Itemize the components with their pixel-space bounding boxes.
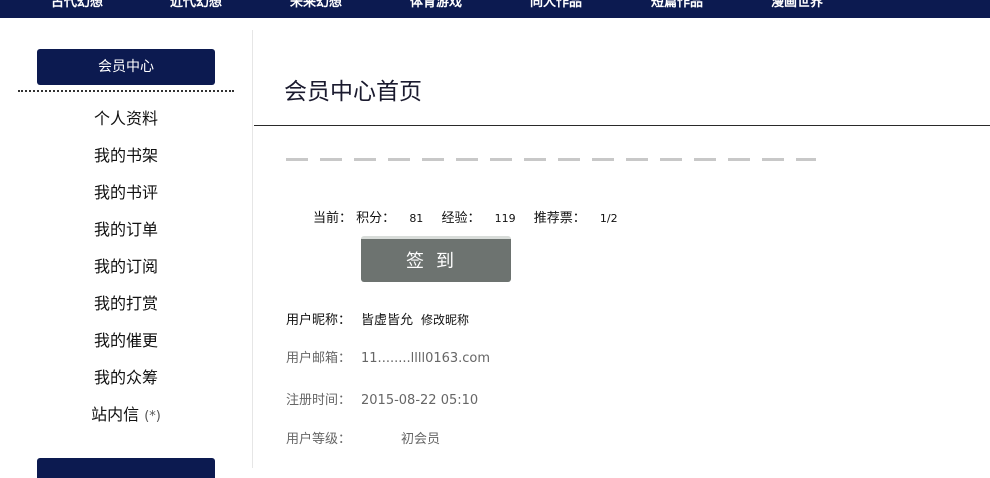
nav-item-future-fantasy[interactable]: 未来幻想 bbox=[290, 0, 342, 12]
votes-value: 1/2 bbox=[599, 212, 618, 225]
nav-item-ancient-fantasy[interactable]: 古代幻想 bbox=[51, 0, 103, 12]
nav-item-comics[interactable]: 漫画世界 bbox=[771, 0, 823, 12]
sidebar-item-orders[interactable]: 我的订单 bbox=[0, 216, 252, 240]
register-time-row: 注册时间： 2015-08-22 05:10 bbox=[286, 389, 478, 408]
sidebar-item-crowdfunding[interactable]: 我的众筹 bbox=[0, 364, 252, 388]
sidebar-divider bbox=[18, 90, 234, 92]
nickname-value: 皆虚皆允 bbox=[361, 313, 414, 328]
points-label: 积分： bbox=[356, 211, 396, 226]
user-level-label: 用户等级： bbox=[286, 432, 352, 447]
register-time-value: 2015-08-22 05:10 bbox=[361, 393, 479, 408]
sidebar: 会员中心 个人资料 我的书架 我的书评 我的订单 我的订阅 我的打赏 我的催更 … bbox=[0, 18, 252, 478]
sidebar-item-update-requests[interactable]: 我的催更 bbox=[0, 327, 252, 351]
email-label: 用户邮箱： bbox=[286, 351, 352, 366]
sidebar-item-subscriptions[interactable]: 我的订阅 bbox=[0, 253, 252, 277]
email-row: 用户邮箱： 11........llll0163.com bbox=[286, 347, 490, 366]
nav-item-fan-works[interactable]: 同人作品 bbox=[530, 0, 582, 12]
votes-label: 推荐票： bbox=[533, 211, 586, 226]
user-stats: 当前： 积分： 81 经验： 119 推荐票： 1/2 bbox=[313, 207, 632, 226]
exp-value: 119 bbox=[494, 212, 516, 225]
sidebar-item-reviews[interactable]: 我的书评 bbox=[0, 179, 252, 203]
sidebar-item-tips[interactable]: 我的打赏 bbox=[0, 290, 252, 314]
stats-current-label: 当前： bbox=[313, 211, 353, 226]
sidebar-item-messages-label: 站内信 bbox=[91, 405, 140, 424]
user-level-row: 用户等级： 初会员 bbox=[286, 428, 440, 447]
checkin-button[interactable]: 签到 bbox=[361, 236, 511, 282]
sidebar-item-profile[interactable]: 个人资料 bbox=[0, 105, 252, 129]
notice-text-line bbox=[286, 158, 816, 161]
nickname-row: 用户昵称： 皆虚皆允 修改昵称 bbox=[286, 309, 469, 328]
nav-item-short-works[interactable]: 短篇作品 bbox=[651, 0, 703, 12]
messages-count-badge: (*) bbox=[144, 409, 161, 424]
sidebar-item-messages[interactable]: 站内信 (*) bbox=[0, 401, 252, 425]
nav-item-sports-games[interactable]: 体育游戏 bbox=[410, 0, 462, 12]
points-value: 81 bbox=[409, 212, 424, 225]
exp-label: 经验： bbox=[441, 211, 481, 226]
user-level-value: 初会员 bbox=[401, 432, 441, 447]
sidebar-header-member-center[interactable]: 会员中心 bbox=[37, 49, 215, 85]
register-time-label: 注册时间： bbox=[286, 393, 352, 408]
nav-item-modern-fantasy[interactable]: 近代幻想 bbox=[170, 0, 222, 12]
sidebar-separator bbox=[252, 30, 253, 468]
nickname-label: 用户昵称： bbox=[286, 313, 352, 328]
title-divider bbox=[254, 125, 990, 126]
sidebar-next-section-header[interactable] bbox=[37, 458, 215, 478]
sidebar-item-bookshelf[interactable]: 我的书架 bbox=[0, 142, 252, 166]
page-title: 会员中心首页 bbox=[284, 79, 422, 105]
top-nav-bar: 古代幻想 近代幻想 未来幻想 体育游戏 同人作品 短篇作品 漫画世界 bbox=[0, 0, 990, 18]
email-value: 11........llll0163.com bbox=[361, 351, 491, 366]
edit-nickname-link[interactable]: 修改昵称 bbox=[421, 313, 469, 327]
